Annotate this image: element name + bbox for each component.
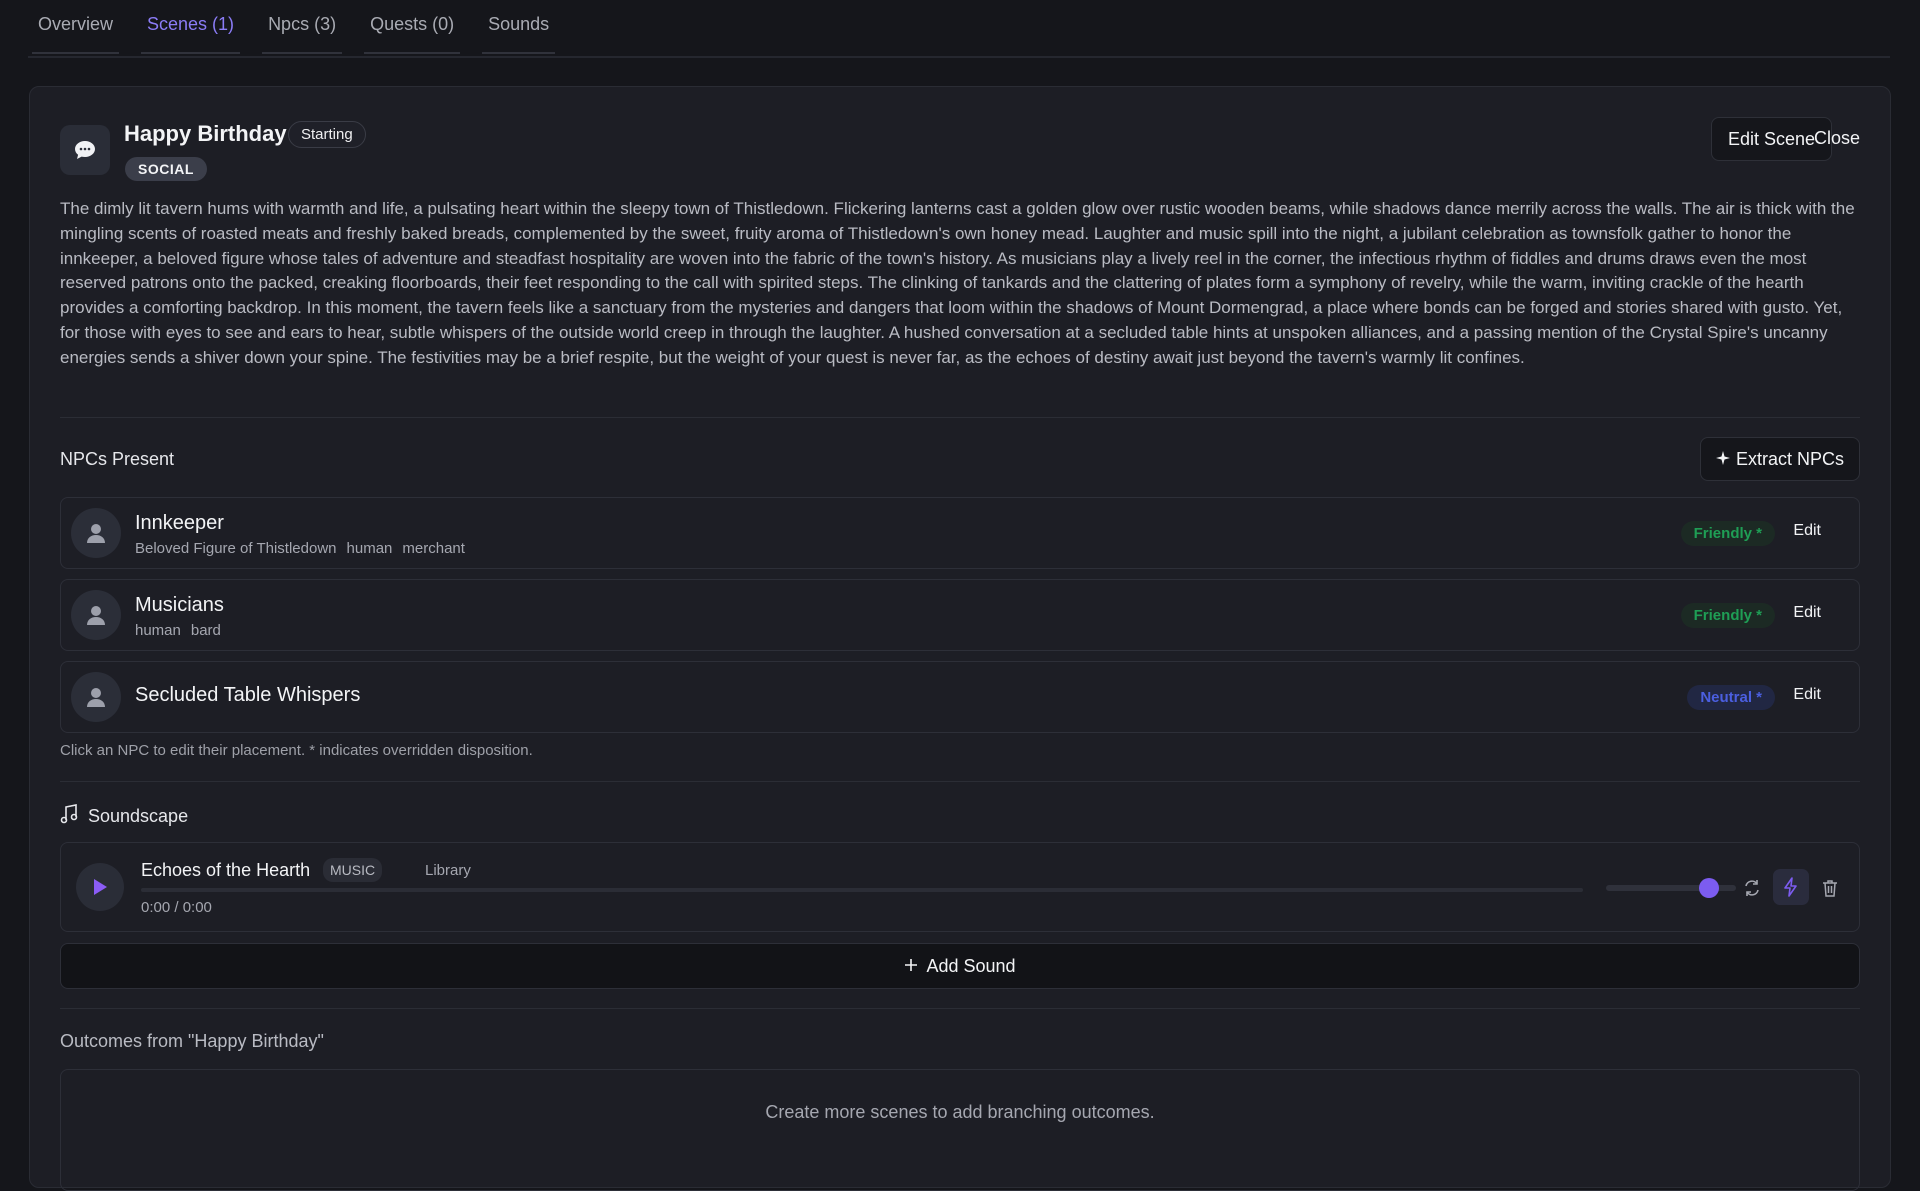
playback-time: 0:00 / 0:00 — [141, 899, 212, 916]
npc-tag: human — [346, 540, 393, 557]
tab-npcs[interactable]: Npcs (3) — [262, 0, 343, 54]
npc-name: Musicians — [135, 594, 224, 616]
npc-name: Secluded Table Whispers — [135, 684, 361, 706]
starting-badge: Starting — [288, 121, 366, 148]
npc-edit-button[interactable]: Edit — [1793, 686, 1821, 704]
divider — [60, 781, 1860, 782]
volume-slider-handle[interactable] — [1699, 878, 1719, 898]
add-sound-label: Add Sound — [926, 955, 1016, 976]
avatar — [71, 672, 121, 722]
close-button[interactable]: Close — [1798, 117, 1876, 159]
extract-npcs-button[interactable]: Extract NPCs — [1699, 437, 1860, 481]
sound-type-badge: MUSIC — [323, 858, 383, 882]
soundscape-header: Soundscape — [60, 804, 188, 829]
lightning-bolt-icon[interactable] — [1773, 869, 1809, 905]
sound-title: Echoes of the Hearth — [141, 860, 311, 880]
avatar — [71, 508, 121, 558]
disposition-badge: Neutral * — [1687, 685, 1775, 710]
tab-overview[interactable]: Overview — [32, 0, 120, 54]
playback-progress-bar[interactable] — [141, 888, 1583, 892]
speech-bubble-icon — [60, 125, 110, 175]
sound-row: Echoes of the Hearth MUSIC Library 0:00 … — [60, 842, 1860, 932]
npc-row-musicians[interactable]: Musicians human bard Friendly * Edit — [60, 579, 1860, 651]
npc-tag: bard — [190, 622, 221, 639]
npc-tag: merchant — [402, 540, 465, 557]
play-icon — [94, 879, 107, 895]
divider — [60, 1008, 1860, 1009]
npc-edit-button[interactable]: Edit — [1793, 522, 1821, 540]
npc-tags: human bard — [135, 622, 231, 639]
disposition-badge: Friendly * — [1680, 603, 1775, 628]
music-note-icon — [60, 804, 78, 829]
add-sound-button[interactable]: Add Sound — [60, 943, 1860, 989]
npc-row-innkeeper[interactable]: Innkeeper Beloved Figure of Thistledown h… — [60, 497, 1860, 569]
npc-name: Innkeeper — [135, 512, 224, 534]
tab-bar: Overview Scenes (1) Npcs (3) Quests (0) … — [28, 0, 1890, 58]
scene-description: The dimly lit tavern hums with warmth an… — [60, 199, 1855, 367]
tab-quests[interactable]: Quests (0) — [364, 0, 461, 54]
trash-icon[interactable] — [1817, 875, 1843, 901]
npcs-section-title: NPCs Present — [60, 449, 175, 469]
scene-type-badge: SOCIAL — [125, 157, 207, 181]
outcomes-empty-text: Create more scenes to add branching outc… — [765, 1102, 1155, 1122]
npc-hint: Click an NPC to edit their placement. * … — [60, 742, 533, 759]
scene-card: Happy Birthday Starting SOCIAL Edit Scen… — [29, 86, 1891, 1191]
sound-source: Library — [425, 862, 471, 879]
npc-tag: human — [135, 622, 181, 639]
scene-title: Happy Birthday — [124, 121, 287, 146]
disposition-badge: Friendly * — [1680, 521, 1775, 546]
avatar — [71, 590, 121, 640]
outcomes-box: Create more scenes to add branching outc… — [60, 1069, 1860, 1191]
sparkle-icon — [1715, 449, 1730, 470]
extract-npcs-label: Extract NPCs — [1735, 448, 1844, 469]
npc-tags: Beloved Figure of Thistledown human mercha… — [135, 540, 475, 557]
npc-tag: Beloved Figure of Thistledown — [135, 540, 337, 557]
plus-icon — [904, 956, 918, 977]
soundscape-title: Soundscape — [88, 806, 189, 826]
outcomes-title: Outcomes from "Happy Birthday" — [60, 1031, 324, 1051]
divider — [60, 417, 1860, 418]
npc-row-secluded-table-whispers[interactable]: Secluded Table Whispers Neutral * Edit — [60, 661, 1860, 733]
tab-scenes[interactable]: Scenes (1) — [141, 0, 241, 54]
npc-edit-button[interactable]: Edit — [1793, 604, 1821, 622]
loop-icon[interactable] — [1739, 875, 1765, 901]
tab-sounds[interactable]: Sounds — [482, 0, 556, 54]
play-button[interactable] — [76, 863, 124, 911]
